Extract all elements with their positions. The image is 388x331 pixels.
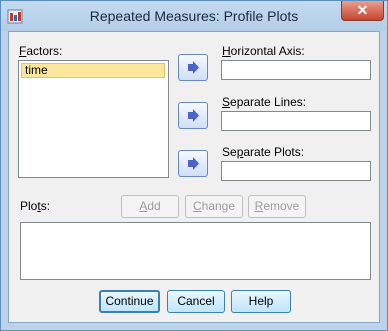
separate-lines-label: Separate Lines: xyxy=(222,95,307,109)
plots-listbox[interactable] xyxy=(20,222,371,280)
horizontal-axis-field[interactable] xyxy=(221,60,371,80)
help-button[interactable]: Help xyxy=(231,290,291,313)
close-icon: ✕ xyxy=(356,2,369,18)
right-arrow-icon xyxy=(188,109,199,122)
separate-lines-field[interactable] xyxy=(221,111,371,131)
factor-item-time[interactable]: time xyxy=(21,63,165,78)
cancel-button[interactable]: Cancel xyxy=(167,290,225,313)
dialog-body: Factors: time Horizontal Axis: Separate … xyxy=(8,31,380,323)
change-button[interactable]: Change xyxy=(185,195,243,218)
move-to-separate-lines-button[interactable] xyxy=(178,102,208,129)
right-arrow-icon xyxy=(188,61,199,74)
plots-label: Plots: xyxy=(20,199,51,213)
close-button[interactable]: ✕ xyxy=(341,1,384,21)
profile-plots-dialog: Repeated Measures: Profile Plots ✕ Facto… xyxy=(0,0,388,331)
add-button[interactable]: Add xyxy=(121,195,179,218)
right-arrow-icon xyxy=(188,157,199,170)
separate-plots-label: Separate Plots: xyxy=(222,145,305,159)
separate-plots-field[interactable] xyxy=(221,161,371,181)
move-to-horizontal-axis-button[interactable] xyxy=(178,54,208,81)
dialog-title: Repeated Measures: Profile Plots xyxy=(89,8,299,24)
factors-label: Factors: xyxy=(19,44,63,58)
remove-button[interactable]: Remove xyxy=(248,195,306,218)
factors-listbox[interactable]: time xyxy=(18,60,169,178)
continue-button[interactable]: Continue xyxy=(99,290,160,313)
horizontal-axis-label: Horizontal Axis: xyxy=(222,44,305,58)
title-bar: Repeated Measures: Profile Plots ✕ xyxy=(1,1,387,31)
move-to-separate-plots-button[interactable] xyxy=(178,150,208,177)
